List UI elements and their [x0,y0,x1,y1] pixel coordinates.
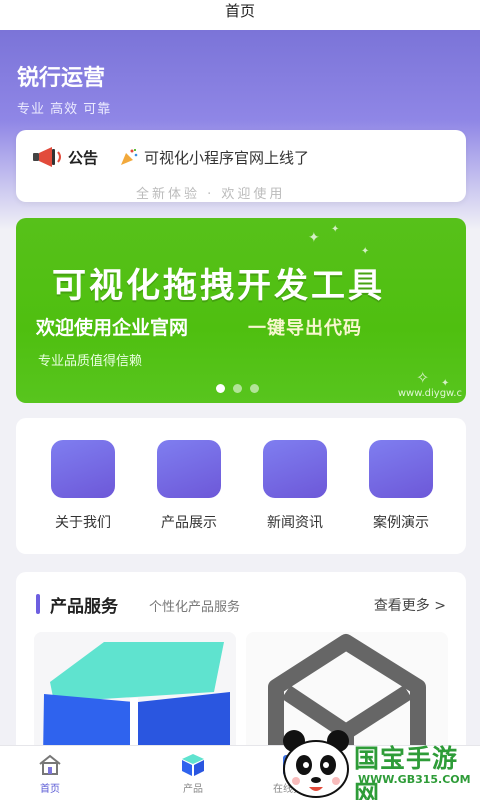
quick-links: 关于我们 产品展示 新闻资讯 案例演示 [16,418,466,554]
banner-url: www.diygw.c [397,388,462,399]
view-more-link[interactable]: 查看更多 > [374,595,446,615]
sparkle-icon: ✦ [308,230,320,246]
carousel-dot[interactable] [216,384,225,393]
banner-subtitle-right: 一键导出代码 [248,318,362,339]
quick-link-about[interactable]: 关于我们 [38,440,128,554]
brand-slogan: 专业 高效 可靠 [17,102,112,117]
megaphone-icon [33,147,61,167]
notice-card[interactable]: 公告 可视化小程序官网上线了 全新体验 · 欢迎使用 [16,130,466,202]
carousel-indicator [216,384,267,393]
carousel-dot[interactable] [233,384,242,393]
watermark-text: 国宝手游网 [354,744,459,800]
quick-link-label: 新闻资讯 [267,515,323,531]
page-title: 首页 [224,2,255,20]
notice-label: 公告 [68,148,99,167]
quick-link-label: 关于我们 [55,515,111,531]
tab-label: 产品 [183,784,203,795]
sparkle-icon: ✦ [331,224,340,235]
navigation-bar: 首页 [0,0,480,30]
tab-label: 首页 [40,784,60,795]
banner-title: 可视化拖拽开发工具 [52,266,385,306]
panda-logo-icon [283,730,349,798]
notice-next-line: 全新体验 · 欢迎使用 [136,187,286,202]
quick-link-news[interactable]: 新闻资讯 [250,440,340,554]
sparkle-icon: ✧ [416,368,430,387]
news-icon [263,440,327,498]
tab-home[interactable]: 首页 [0,746,100,800]
site-watermark: 国宝手游网 WWW.GB315.COM [276,725,480,800]
sparkle-icon: ✦ [361,246,370,257]
tab-products[interactable]: 产品 [143,746,243,800]
brand-name: 锐行运营 [17,66,106,91]
banner-subtitle: 欢迎使用企业官网 [36,317,189,339]
about-icon [51,440,115,498]
promo-banner[interactable]: ✦ ✦ ✦ ✧ ✦ 可视化拖拽开发工具 欢迎使用企业官网 一键导出代码 专业品质… [16,218,466,403]
cases-icon [369,440,433,498]
quick-link-label: 产品展示 [161,515,217,531]
quick-link-label: 案例演示 [373,515,429,531]
cube-icon [182,754,204,776]
notice-text: 可视化小程序官网上线了 [144,148,310,167]
section-subtitle: 个性化产品服务 [149,600,241,615]
home-icon [39,754,61,775]
banner-tagline: 专业品质值得信赖 [38,354,143,369]
section-title: 产品服务 [50,597,118,617]
watermark-url: WWW.GB315.COM [358,773,471,786]
carousel-dot[interactable] [250,384,259,393]
quick-link-products[interactable]: 产品展示 [144,440,234,554]
party-popper-icon [121,149,138,165]
products-icon [157,440,221,498]
section-accent-bar [36,594,40,614]
quick-link-cases[interactable]: 案例演示 [356,440,446,554]
